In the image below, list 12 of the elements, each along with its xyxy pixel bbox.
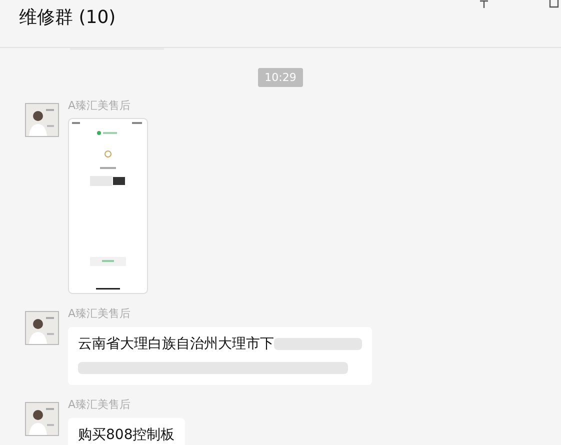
sender-name: A臻汇美售后	[68, 306, 131, 322]
maximize-icon[interactable]	[549, 0, 559, 8]
message-text: 购买808控制板	[78, 426, 175, 445]
message-text: 云南省大理白族自治州大理市下	[78, 335, 274, 354]
pin-icon[interactable]	[478, 0, 490, 8]
avatar-icon[interactable]	[25, 103, 59, 137]
sender-name: A臻汇美售后	[68, 98, 131, 114]
sender-name: A臻汇美售后	[68, 397, 131, 413]
chat-title: 维修群 (10)	[19, 6, 116, 29]
avatar-icon[interactable]	[25, 402, 59, 436]
message-time: 10:29	[258, 68, 304, 87]
avatar-icon[interactable]	[25, 311, 59, 345]
